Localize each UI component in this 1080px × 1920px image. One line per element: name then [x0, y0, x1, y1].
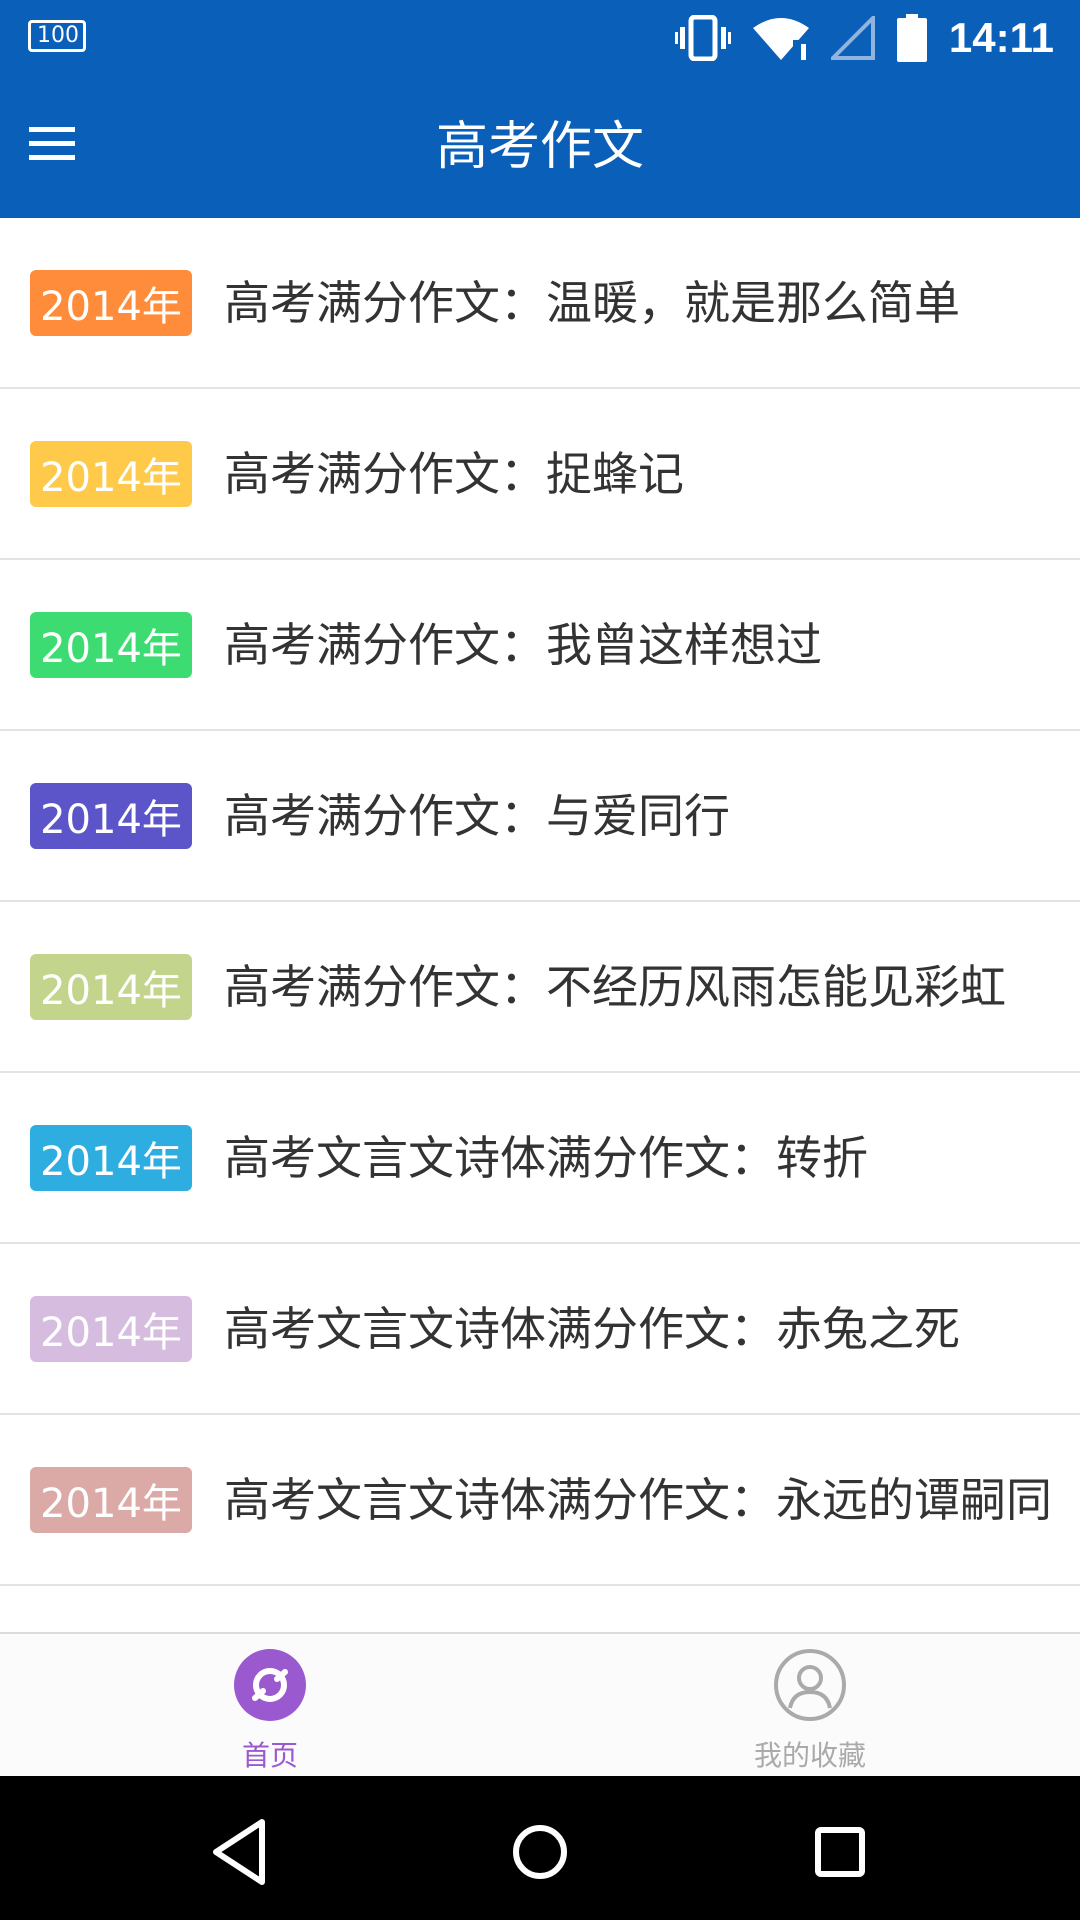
- article-title: 高考满分作文：捉蜂记: [224, 446, 684, 501]
- battery-icon: [896, 14, 927, 62]
- list-item[interactable]: 2014年 高考满分作文：捉蜂记: [0, 389, 1080, 560]
- app-bar: 高考作文: [0, 76, 1080, 218]
- year-badge: 2014年: [30, 953, 192, 1020]
- year-badge: 2014年: [30, 1295, 192, 1362]
- article-title: 高考满分作文：我曾这样想过: [224, 617, 822, 672]
- list-item[interactable]: 2014年 高考文言文诗体满分作文：永远的谭嗣同: [0, 1415, 1080, 1586]
- home-explore-icon: [234, 1649, 306, 1721]
- tab-home-label: 首页: [241, 1739, 298, 1772]
- year-badge: 2014年: [30, 269, 192, 336]
- list-item[interactable]: 2014年 高考满分作文：我曾这样想过: [0, 560, 1080, 731]
- year-badge: 2014年: [30, 1466, 192, 1533]
- list-item[interactable]: 2014年 高考文言文诗体满分作文：转折: [0, 1073, 1080, 1244]
- article-title: 高考文言文诗体满分作文：赤兔之死: [224, 1301, 960, 1356]
- article-title: 高考文言文诗体满分作文：转折: [224, 1130, 868, 1185]
- article-title: 高考满分作文：不经历风雨怎能见彩虹: [224, 959, 1006, 1014]
- battery-percent-text: 100: [28, 20, 86, 52]
- article-title: 高考满分作文：与爱同行: [224, 788, 730, 843]
- tab-home[interactable]: 首页: [120, 1648, 420, 1776]
- article-list[interactable]: 2014年 高考满分作文：温暖，就是那么简单 2014年 高考满分作文：捉蜂记 2014…: [0, 218, 1080, 1632]
- list-item[interactable]: 2014年 高考满分作文：与爱同行: [0, 731, 1080, 902]
- article-title: 高考文言文诗体满分作文：永远的谭嗣同: [224, 1472, 1052, 1527]
- list-item[interactable]: 2014年 高考满分作文：不经历风雨怎能见彩虹: [0, 902, 1080, 1073]
- clock: 14:11: [948, 14, 1054, 61]
- battery-percent-indicator: 100: [28, 20, 86, 52]
- home-button-icon[interactable]: [500, 1812, 580, 1892]
- year-badge: 2014年: [30, 611, 192, 678]
- list-item[interactable]: 2014年 高考满分作文：温暖，就是那么简单: [0, 218, 1080, 389]
- status-bar: 100 14:11: [0, 0, 1080, 76]
- year-badge: 2014年: [30, 440, 192, 507]
- recent-apps-icon[interactable]: [800, 1812, 880, 1892]
- back-icon[interactable]: [200, 1812, 280, 1892]
- list-item[interactable]: 2014年 高考文言文诗体满分作文：赤兔之死: [0, 1244, 1080, 1415]
- tab-favorites-label: 我的收藏: [753, 1739, 866, 1772]
- bottom-navigation: 首页 我的收藏: [0, 1632, 1080, 1776]
- tab-favorites[interactable]: 我的收藏: [660, 1648, 960, 1776]
- page-title: 高考作文: [435, 117, 644, 177]
- status-icons: 14:11: [674, 10, 1054, 66]
- cellular-signal-icon: [830, 16, 875, 60]
- system-navigation-bar: [0, 1776, 1080, 1920]
- vibrate-icon: [674, 15, 731, 61]
- article-title: 高考满分作文：温暖，就是那么简单: [224, 275, 960, 330]
- user-profile-icon: [774, 1649, 846, 1721]
- wifi-icon: [752, 18, 809, 60]
- year-badge: 2014年: [30, 782, 192, 849]
- year-badge: 2014年: [30, 1124, 192, 1191]
